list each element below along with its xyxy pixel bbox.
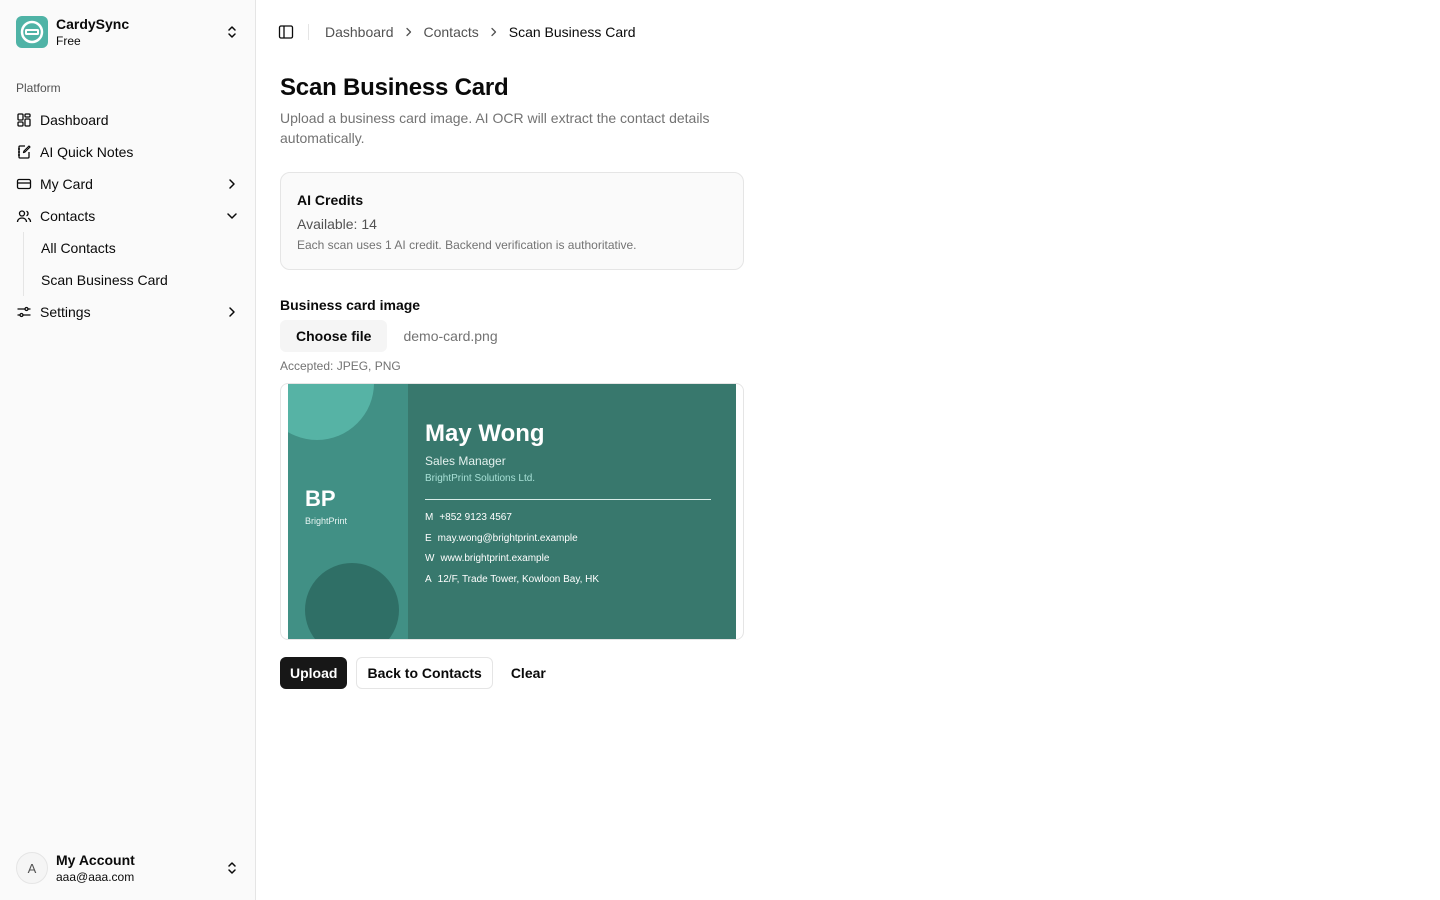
chevron-right-icon [229, 179, 235, 189]
workspace-switcher[interactable]: CardySync Free [8, 8, 248, 56]
avatar: A [16, 852, 48, 884]
card-row-key: W [425, 553, 435, 564]
sidebar-item-ai-quick-notes[interactable]: AI Quick Notes [8, 136, 248, 168]
business-card-image-label: Business card image [280, 297, 421, 313]
back-to-contacts-button[interactable]: Back to Contacts [356, 657, 493, 689]
breadcrumb: Dashboard Contacts Scan Business Card [325, 24, 636, 40]
chevrons-up-down-icon [228, 862, 236, 874]
selected-file-name: demo-card.png [403, 328, 498, 344]
card-row-value: 12/F, Trade Tower, Kowloon Bay, HK [437, 574, 600, 585]
card-logo-text: BrightPrint [305, 516, 348, 526]
page-title: Scan Business Card [280, 74, 509, 101]
sidebar-item-label: Dashboard [40, 112, 109, 128]
sidebar: CardySync Free Platform Dashboard AI Qui… [0, 0, 256, 900]
notebook-pen-icon [18, 145, 31, 159]
sidebar-nav: Dashboard AI Quick Notes My Card Contact… [8, 104, 248, 328]
chevron-right-icon [491, 27, 496, 37]
main-content: Scan Business Card Upload a business car… [280, 72, 744, 689]
card-address: A 12/F, Trade Tower, Kowloon Bay, HK [425, 574, 599, 585]
credits-available: Available: 14 [297, 216, 377, 232]
card-image-preview: BP BrightPrint May Wong Sales Manager Br… [280, 383, 744, 640]
credits-note: Each scan uses 1 AI credit. Backend veri… [297, 238, 637, 252]
breadcrumb-contacts[interactable]: Contacts [424, 24, 479, 40]
credits-title: AI Credits [297, 192, 364, 208]
sidebar-subitem-all-contacts[interactable]: All Contacts [33, 232, 248, 264]
contacts-subnav: All Contacts Scan Business Card [23, 232, 248, 296]
choose-file-button[interactable]: Choose file [280, 320, 388, 352]
card-row-key: A [425, 574, 432, 585]
sidebar-item-label: My Card [40, 176, 93, 192]
credit-card-icon [16, 178, 32, 190]
top-header: Dashboard Contacts Scan Business Card [256, 0, 1440, 64]
sidebar-toggle-button[interactable] [272, 18, 300, 46]
sidebar-item-settings[interactable]: Settings [8, 296, 248, 328]
account-email: aaa@aaa.com [56, 870, 135, 884]
decorative-circle [305, 563, 399, 639]
account-menu[interactable]: A My Account aaa@aaa.com [8, 844, 248, 892]
file-input: Choose file demo-card.png [280, 320, 744, 352]
chevron-down-icon [227, 213, 237, 219]
card-company: BrightPrint Solutions Ltd. [425, 473, 536, 484]
sidebar-item-dashboard[interactable]: Dashboard [8, 104, 248, 136]
card-logo-mark: BP [305, 486, 336, 511]
accepted-formats-hint: Accepted: JPEG, PNG [280, 359, 401, 373]
nav-group-label: Platform [16, 81, 61, 95]
dashboard-icon [17, 113, 31, 127]
chevron-right-icon [229, 307, 235, 317]
business-card-image: BP BrightPrint May Wong Sales Manager Br… [288, 384, 736, 639]
form-actions: Upload Back to Contacts Clear [280, 657, 744, 689]
brand-plan: Free [56, 34, 81, 48]
card-row-key: E [425, 533, 432, 544]
chevron-right-icon [405, 27, 411, 37]
users-icon [16, 210, 32, 223]
settings-sliders-icon [17, 306, 31, 318]
card-row-value: +852 9123 4567 [439, 512, 512, 523]
account-name: My Account [56, 852, 135, 868]
header-divider [308, 24, 309, 40]
sidebar-item-my-card[interactable]: My Card [8, 168, 248, 200]
upload-button[interactable]: Upload [280, 657, 348, 689]
panel-left-icon [278, 25, 294, 39]
sidebar-item-label: Settings [40, 304, 91, 320]
card-logo-panel: BP BrightPrint [288, 384, 408, 639]
sidebar-item-label: AI Quick Notes [40, 144, 134, 160]
ai-credits-panel: AI Credits Available: 14 Each scan uses … [280, 172, 744, 270]
card-person-name: May Wong [425, 420, 545, 447]
card-details-panel: May Wong Sales Manager BrightPrint Solut… [408, 384, 736, 639]
card-divider [425, 499, 711, 500]
card-row-value: may.wong@brightprint.example [437, 533, 578, 544]
breadcrumb-current: Scan Business Card [508, 24, 636, 40]
card-email: Emay.wong@brightprint.example [425, 533, 578, 544]
card-website: Wwww.brightprint.example [425, 553, 549, 564]
card-person-role: Sales Manager [425, 454, 506, 468]
page-description: Upload a business card image. AI OCR wil… [280, 110, 710, 146]
chevrons-up-down-icon [228, 26, 236, 38]
sidebar-item-label: Contacts [40, 208, 96, 224]
decorative-circle [288, 384, 374, 440]
sidebar-subitem-scan-business-card[interactable]: Scan Business Card [33, 264, 248, 296]
breadcrumb-dashboard[interactable]: Dashboard [325, 24, 394, 40]
brand-name: CardySync [56, 16, 130, 32]
brand-logo [16, 16, 48, 48]
card-row-key: M [425, 512, 434, 523]
card-mobile: M +852 9123 4567 [425, 512, 512, 523]
sidebar-item-contacts[interactable]: Contacts [8, 200, 248, 232]
clear-button[interactable]: Clear [501, 657, 556, 689]
card-row-value: www.brightprint.example [440, 553, 550, 564]
